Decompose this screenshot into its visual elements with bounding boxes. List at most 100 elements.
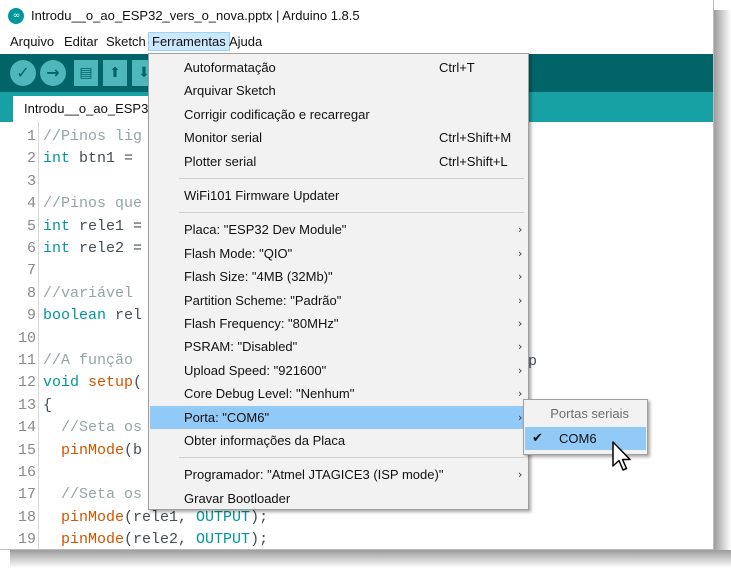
code-token: //Pinos lig xyxy=(43,128,143,145)
menu-item-label: Autoformatação xyxy=(184,60,276,75)
line-number: 2 xyxy=(26,150,36,168)
upload-arrow-icon[interactable]: ⬆ xyxy=(103,60,127,86)
code-token: pinMode xyxy=(61,531,125,549)
ferramentas-dropdown-menu: Autoformatação Ctrl+T Arquivar Sketch Corri… xyxy=(148,53,529,510)
code-token: boolean xyxy=(43,307,107,325)
checkmark-icon: ✔ xyxy=(532,431,543,446)
menu-arquivo[interactable]: Arquivo xyxy=(7,32,57,51)
line-number: 13 xyxy=(17,396,36,414)
window-shadow-bottom xyxy=(10,550,731,568)
code-token: //Seta os xyxy=(43,486,143,504)
code-token: int xyxy=(43,240,71,257)
menu-item[interactable]: Core Debug Level: "Nenhum" › xyxy=(150,382,527,405)
line-number: 3 xyxy=(26,172,36,190)
menu-item[interactable]: Corrigir codificação e recarregar xyxy=(150,103,527,126)
menu-item-label: Porta: "COM6" xyxy=(184,409,270,425)
line-number: 14 xyxy=(17,419,36,437)
menu-ferramentas[interactable]: Ferramentas xyxy=(148,32,230,51)
menu-item-shortcut: Ctrl+Shift+M xyxy=(439,130,512,146)
menu-separator xyxy=(179,178,524,179)
line-number: 9 xyxy=(26,307,36,325)
menu-item-label: Gravar Bootloader xyxy=(184,490,291,506)
code-token: //A função xyxy=(43,352,134,369)
code-text: int rele2 = xyxy=(43,238,142,260)
menu-item-label: PSRAM: "Disabled" xyxy=(184,339,298,355)
code-token: rel xyxy=(106,307,143,325)
menu-ajuda[interactable]: Ajuda xyxy=(226,32,265,51)
code-token: ); xyxy=(250,508,269,526)
arrow-right-icon[interactable]: → xyxy=(40,60,66,86)
code-line: 18 pinMode(rele1, OUTPUT); xyxy=(0,507,700,529)
code-token: void xyxy=(43,374,80,392)
menu-item-label: Core Debug Level: "Nenhum" xyxy=(184,386,355,402)
code-token: rele1 = xyxy=(70,217,143,235)
menu-item-label: Upload Speed: "921600" xyxy=(184,362,327,378)
code-text: //Pinos que xyxy=(43,193,142,215)
code-token: int xyxy=(43,150,71,168)
chevron-right-icon: › xyxy=(518,223,523,237)
menu-item[interactable]: Flash Mode: "QIO" › xyxy=(150,242,527,265)
code-token: int xyxy=(43,217,71,235)
port-submenu-header: Portas seriais xyxy=(550,406,629,421)
code-text: pinMode(b xyxy=(43,440,142,462)
code-token: btn1 = xyxy=(70,150,134,168)
menu-item[interactable]: Upload Speed: "921600" › xyxy=(150,359,527,382)
arduino-logo-icon: ∞ xyxy=(8,8,24,24)
menu-item-label: Flash Frequency: "80MHz" xyxy=(184,316,339,331)
menu-item[interactable]: Obter informações da Placa xyxy=(150,429,527,452)
line-number: 6 xyxy=(26,240,36,257)
menu-item[interactable]: Flash Size: "4MB (32Mb)" › xyxy=(150,265,527,288)
code-token: { xyxy=(43,396,53,414)
menu-item[interactable]: Porta: "COM6" › xyxy=(150,405,527,429)
menu-item[interactable]: WiFi101 Firmware Updater xyxy=(150,184,527,207)
menu-sketch[interactable]: Sketch xyxy=(103,32,149,51)
chevron-right-icon: › xyxy=(518,363,523,377)
menu-item[interactable]: Monitor serial Ctrl+Shift+M xyxy=(150,126,527,149)
menu-item[interactable]: Flash Frequency: "80MHz" › xyxy=(150,312,527,335)
code-token: OUTPUT xyxy=(196,508,251,526)
menu-item[interactable]: PSRAM: "Disabled" › xyxy=(150,335,527,358)
code-text: void setup( xyxy=(43,372,142,394)
line-number: 19 xyxy=(17,531,36,549)
line-number: 11 xyxy=(17,352,36,369)
code-text: //Seta os xyxy=(43,484,142,506)
chevron-right-icon: › xyxy=(518,410,523,424)
check-icon[interactable]: ✓ xyxy=(10,60,36,86)
menu-item-label: Placa: "ESP32 Dev Module" xyxy=(184,222,347,238)
code-text: //Seta os xyxy=(43,417,142,439)
code-token: OUTPUT xyxy=(196,531,251,549)
title-bar: ∞ Introdu__o_ao_ESP32_vers_o_nova.pptx |… xyxy=(0,0,713,30)
menu-item[interactable]: Partition Scheme: "Padrão" › xyxy=(150,289,527,312)
chevron-right-icon: › xyxy=(518,340,523,354)
menu-item-label: Corrigir codificação e recarregar xyxy=(184,106,370,122)
line-number: 10 xyxy=(17,329,36,347)
menu-item[interactable]: Plotter serial Ctrl+Shift+L xyxy=(150,150,527,173)
code-text: boolean rel xyxy=(43,305,142,327)
window-shadow-right xyxy=(714,10,731,568)
menu-item[interactable]: Programador: "Atmel JTAGICE3 (ISP mode)"… xyxy=(150,463,527,486)
port-com6-label: COM6 xyxy=(559,431,597,446)
code-token: ( xyxy=(133,374,143,392)
code-token: //variável xyxy=(43,284,134,302)
window-title: Introdu__o_ao_ESP32_vers_o_nova.pptx | A… xyxy=(31,8,360,23)
menu-item-label: Arquivar Sketch xyxy=(184,83,276,99)
menu-item[interactable]: Arquivar Sketch xyxy=(150,79,527,102)
line-number: 15 xyxy=(17,441,36,459)
code-text: //Pinos lig xyxy=(43,126,142,148)
code-peek-text: p xyxy=(528,353,538,370)
new-file-icon[interactable]: ▤ xyxy=(74,60,98,86)
code-text: int btn1 = xyxy=(43,148,133,170)
code-text: pinMode(rele2, OUTPUT); xyxy=(43,529,268,549)
chevron-right-icon: › xyxy=(518,468,523,482)
menu-item[interactable]: Gravar Bootloader xyxy=(150,487,527,510)
menu-item[interactable]: Placa: "ESP32 Dev Module" › xyxy=(150,218,527,241)
code-token: //Seta os xyxy=(43,419,143,437)
chevron-right-icon: › xyxy=(518,270,523,284)
menu-item-label: Flash Mode: "QIO" xyxy=(184,245,293,261)
code-text: //A função xyxy=(43,350,133,372)
menu-item[interactable]: Autoformatação Ctrl+T xyxy=(150,56,527,79)
menu-editar[interactable]: Editar xyxy=(61,32,101,51)
line-number: 16 xyxy=(17,464,36,481)
